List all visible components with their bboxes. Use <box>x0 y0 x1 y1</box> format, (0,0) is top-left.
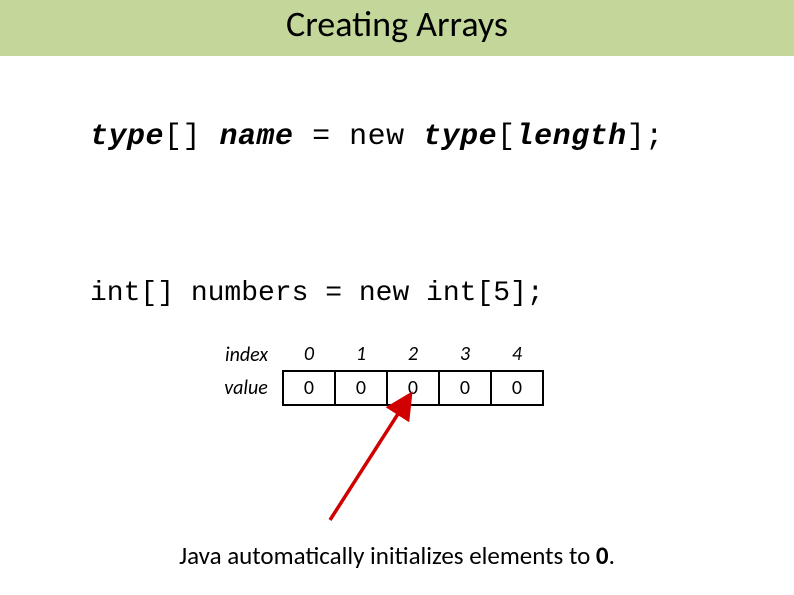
index-row: index 0 1 2 3 4 <box>210 338 543 371</box>
index-label: index <box>210 338 283 371</box>
index-cell: 2 <box>387 338 439 371</box>
slide: Creating Arrays type[] name = new type[l… <box>0 0 794 595</box>
syntax-type2: type <box>423 120 497 154</box>
footer-pre: Java automatically initializes elements … <box>179 540 596 571</box>
value-label: value <box>210 371 283 405</box>
syntax-name: name <box>220 120 294 154</box>
syntax-new: new <box>349 120 405 154</box>
syntax-open: [ <box>497 120 516 154</box>
syntax-template: type[] name = new type[length]; <box>90 120 664 154</box>
arrow-icon <box>300 395 440 525</box>
index-cell: 0 <box>283 338 335 371</box>
syntax-brackets1: [] <box>164 120 201 154</box>
syntax-equals: = <box>312 120 331 154</box>
footer-zero: 0 <box>596 540 609 571</box>
syntax-length: length <box>516 120 627 154</box>
index-cell: 4 <box>491 338 543 371</box>
syntax-close: ]; <box>627 120 664 154</box>
syntax-type1: type <box>90 120 164 154</box>
index-cell: 1 <box>335 338 387 371</box>
example-code: int[] numbers = new int[5]; <box>90 278 544 309</box>
slide-title: Creating Arrays <box>0 2 794 46</box>
footer-post: . <box>609 540 615 571</box>
value-cell: 0 <box>439 371 491 405</box>
footer-note: Java automatically initializes elements … <box>0 540 794 571</box>
index-cell: 3 <box>439 338 491 371</box>
value-cell: 0 <box>491 371 543 405</box>
